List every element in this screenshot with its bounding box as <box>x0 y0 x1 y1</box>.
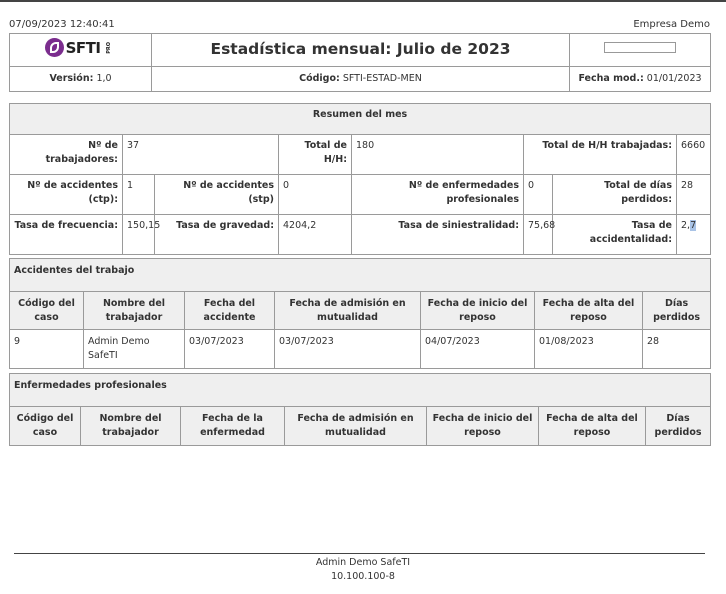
lost-days-value: 28 <box>675 174 712 215</box>
total-hh-value: 180 <box>351 134 524 175</box>
print-datetime: 07/09/2023 12:40:41 <box>9 19 115 30</box>
date-cell: Fecha mod.: 01/01/2023 <box>569 66 711 92</box>
column-header: Fecha del accidente <box>184 291 275 330</box>
lost-days-label: Total de días perdidos: <box>552 174 677 215</box>
freq-label: Tasa de frecuencia: <box>9 214 123 255</box>
diseases-value: 0 <box>523 174 553 215</box>
acc-ctp-label: Nº de accidentes (ctp): <box>9 174 123 215</box>
total-hh-worked-value: 6660 <box>675 134 712 175</box>
table-cell: 9 <box>9 329 84 369</box>
top-border <box>0 0 726 2</box>
total-hh-label: Total de H/H: <box>278 134 352 175</box>
version-label: Versión: <box>49 73 94 84</box>
acc-rate-value-a: 2, <box>681 220 691 231</box>
column-header: Fecha de la enfermedad <box>180 406 285 446</box>
diseases-title: Enfermedades profesionales <box>8 373 712 407</box>
table-cell: 04/07/2023 <box>420 329 535 369</box>
document-header: SFTI PRO Estadística mensual: Julio de 2… <box>9 33 711 92</box>
workers-label: Nº de trabajadores: <box>9 134 123 175</box>
freq-value: 150,15 <box>122 214 160 255</box>
acc-rate-value-selected: 7 <box>690 220 697 231</box>
column-header: Código del caso <box>9 291 84 330</box>
column-header: Fecha de admisión en mutualidad <box>274 291 421 330</box>
page-title: Estadística mensual: Julio de 2023 <box>210 39 511 58</box>
footer-divider <box>14 553 705 554</box>
summary-title: Resumen del mes <box>8 103 712 135</box>
workers-value: 37 <box>122 134 279 175</box>
table-cell: 03/07/2023 <box>274 329 421 369</box>
logo-text: SFTI <box>65 38 101 57</box>
table-cell: 03/07/2023 <box>184 329 275 369</box>
company-logo: SFTI PRO <box>44 38 117 57</box>
date-label: Fecha mod.: <box>578 73 644 84</box>
column-header: Días perdidos <box>641 291 712 330</box>
accidents-title: Accidentes del trabajo <box>8 258 712 292</box>
sin-value: 75,68 <box>523 214 555 255</box>
acc-stp-label: Nº de accidentes (stp) <box>154 174 279 215</box>
column-header: Nombre del trabajador <box>83 291 185 330</box>
table-cell: 28 <box>641 329 712 369</box>
footer-ip: 10.100.100-8 <box>331 571 395 582</box>
code-label: Código: <box>299 73 340 84</box>
acc-rate-value: 2,7 <box>675 214 712 255</box>
column-header: Fecha de admisión en mutualidad <box>284 406 427 446</box>
company-name: Empresa Demo <box>633 19 710 30</box>
diseases-table: Enfermedades profesionales Código del ca… <box>8 373 712 446</box>
sin-label: Tasa de siniestralidad: <box>351 214 524 255</box>
version-cell: Versión: 1,0 <box>9 66 152 92</box>
summary-table: Resumen del mes Nº de trabajadores: 37 T… <box>8 103 712 255</box>
column-header: Días perdidos <box>644 406 712 446</box>
table-cell: 01/08/2023 <box>534 329 643 369</box>
code-value: SFTI-ESTAD-MEN <box>342 73 422 84</box>
column-header: Fecha de inicio del reposo <box>420 291 535 330</box>
table-row: 9 Admin Demo SafeTI 03/07/2023 03/07/202… <box>9 329 712 369</box>
footer-user: Admin Demo SafeTI <box>315 557 411 568</box>
table-cell: Admin Demo SafeTI <box>83 329 185 369</box>
accidents-table: Accidentes del trabajo Código del caso N… <box>8 258 712 369</box>
blank-box <box>604 42 676 53</box>
logo-sub: PRO <box>106 41 113 54</box>
date-value: 01/01/2023 <box>646 73 702 84</box>
total-hh-worked-label: Total de H/H trabajadas: <box>523 134 677 175</box>
version-value: 1,0 <box>96 73 112 84</box>
logo-s-icon <box>44 38 64 57</box>
grav-value: 4204,2 <box>278 214 352 255</box>
grav-label: Tasa de gravedad: <box>154 214 279 255</box>
column-header: Nombre del trabajador <box>80 406 181 446</box>
acc-ctp-value: 1 <box>122 174 155 215</box>
acc-stp-value: 0 <box>278 174 352 215</box>
column-header: Fecha de alta del reposo <box>538 406 646 446</box>
diseases-label: Nº de enfermedades profesionales <box>351 174 524 215</box>
code-cell: Código: SFTI-ESTAD-MEN <box>151 66 570 92</box>
acc-rate-label: Tasa de accidentalidad: <box>552 214 677 255</box>
column-header: Código del caso <box>9 406 81 446</box>
column-header: Fecha de alta del reposo <box>534 291 643 330</box>
column-header: Fecha de inicio del reposo <box>426 406 539 446</box>
logo-cell: SFTI PRO <box>9 33 152 67</box>
